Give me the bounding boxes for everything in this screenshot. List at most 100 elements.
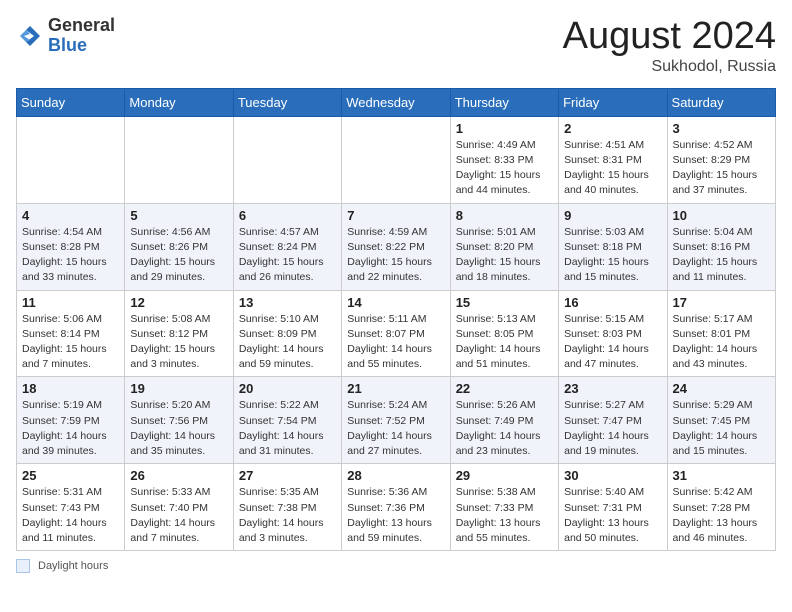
day-header-saturday: Saturday xyxy=(667,88,775,116)
calendar-cell xyxy=(125,116,233,203)
day-info: Sunrise: 4:51 AM Sunset: 8:31 PM Dayligh… xyxy=(564,138,661,199)
day-number: 21 xyxy=(347,381,444,396)
calendar-cell: 7 Sunrise: 4:59 AM Sunset: 8:22 PM Daylig… xyxy=(342,203,450,290)
day-info: Sunrise: 5:40 AM Sunset: 7:31 PM Dayligh… xyxy=(564,485,661,546)
calendar-cell: 11Sunrise: 5:06 AM Sunset: 8:14 PM Dayli… xyxy=(17,290,125,377)
calendar-week-row: 1 Sunrise: 4:49 AM Sunset: 8:33 PM Daylig… xyxy=(17,116,776,203)
day-info: Sunrise: 5:42 AM Sunset: 7:28 PM Dayligh… xyxy=(673,485,770,546)
calendar-cell: 27 Sunrise: 5:35 AM Sunset: 7:38 PM Dayli… xyxy=(233,464,341,551)
day-info: Sunrise: 4:49 AM Sunset: 8:33 PM Dayligh… xyxy=(456,138,553,199)
day-info: Sunrise: 4:57 AM Sunset: 8:24 PM Dayligh… xyxy=(239,225,336,286)
calendar-cell: 31Sunrise: 5:42 AM Sunset: 7:28 PM Dayli… xyxy=(667,464,775,551)
calendar-cell: 5Sunrise: 4:56 AM Sunset: 8:26 PM Daylig… xyxy=(125,203,233,290)
day-info: Sunrise: 5:11 AM Sunset: 8:07 PM Dayligh… xyxy=(347,312,444,373)
day-number: 10 xyxy=(673,208,770,223)
day-info: Sunrise: 5:15 AM Sunset: 8:03 PM Dayligh… xyxy=(564,312,661,373)
logo-icon xyxy=(16,22,44,50)
day-number: 12 xyxy=(130,295,227,310)
calendar-week-row: 25Sunrise: 5:31 AM Sunset: 7:43 PM Dayli… xyxy=(17,464,776,551)
day-number: 6 xyxy=(239,208,336,223)
calendar-cell: 2Sunrise: 4:51 AM Sunset: 8:31 PM Daylig… xyxy=(559,116,667,203)
calendar-cell: 25Sunrise: 5:31 AM Sunset: 7:43 PM Dayli… xyxy=(17,464,125,551)
calendar-week-row: 11Sunrise: 5:06 AM Sunset: 8:14 PM Dayli… xyxy=(17,290,776,377)
day-number: 7 xyxy=(347,208,444,223)
page-header: General Blue August 2024 Sukhodol, Russi… xyxy=(16,16,776,76)
day-info: Sunrise: 5:03 AM Sunset: 8:18 PM Dayligh… xyxy=(564,225,661,286)
logo-text: General Blue xyxy=(48,16,115,56)
calendar-cell: 18 Sunrise: 5:19 AM Sunset: 7:59 PM Dayli… xyxy=(17,377,125,464)
calendar-cell: 1 Sunrise: 4:49 AM Sunset: 8:33 PM Daylig… xyxy=(450,116,558,203)
day-info: Sunrise: 5:04 AM Sunset: 8:16 PM Dayligh… xyxy=(673,225,770,286)
day-number: 16 xyxy=(564,295,661,310)
day-info: Sunrise: 5:22 AM Sunset: 7:54 PM Dayligh… xyxy=(239,398,336,459)
day-number: 23 xyxy=(564,381,661,396)
day-info: Sunrise: 5:26 AM Sunset: 7:49 PM Dayligh… xyxy=(456,398,553,459)
calendar-cell: 22 Sunrise: 5:26 AM Sunset: 7:49 PM Dayli… xyxy=(450,377,558,464)
day-number: 30 xyxy=(564,468,661,483)
month-title: August 2024 xyxy=(563,16,776,58)
calendar-cell: 3 Sunrise: 4:52 AM Sunset: 8:29 PM Daylig… xyxy=(667,116,775,203)
calendar-cell xyxy=(17,116,125,203)
location-subtitle: Sukhodol, Russia xyxy=(563,58,776,76)
calendar-header-row: SundayMondayTuesdayWednesdayThursdayFrid… xyxy=(17,88,776,116)
day-info: Sunrise: 5:35 AM Sunset: 7:38 PM Dayligh… xyxy=(239,485,336,546)
day-number: 26 xyxy=(130,468,227,483)
calendar-cell xyxy=(342,116,450,203)
day-number: 1 xyxy=(456,121,553,136)
day-info: Sunrise: 5:29 AM Sunset: 7:45 PM Dayligh… xyxy=(673,398,770,459)
day-number: 28 xyxy=(347,468,444,483)
day-number: 17 xyxy=(673,295,770,310)
day-number: 14 xyxy=(347,295,444,310)
calendar-cell: 12 Sunrise: 5:08 AM Sunset: 8:12 PM Dayli… xyxy=(125,290,233,377)
day-number: 9 xyxy=(564,208,661,223)
day-number: 4 xyxy=(22,208,119,223)
calendar-table: SundayMondayTuesdayWednesdayThursdayFrid… xyxy=(16,88,776,551)
calendar-cell: 8 Sunrise: 5:01 AM Sunset: 8:20 PM Daylig… xyxy=(450,203,558,290)
calendar-cell: 24 Sunrise: 5:29 AM Sunset: 7:45 PM Dayli… xyxy=(667,377,775,464)
calendar-cell xyxy=(233,116,341,203)
calendar-cell: 17 Sunrise: 5:17 AM Sunset: 8:01 PM Dayli… xyxy=(667,290,775,377)
day-number: 27 xyxy=(239,468,336,483)
day-info: Sunrise: 5:27 AM Sunset: 7:47 PM Dayligh… xyxy=(564,398,661,459)
day-info: Sunrise: 5:10 AM Sunset: 8:09 PM Dayligh… xyxy=(239,312,336,373)
day-number: 8 xyxy=(456,208,553,223)
day-number: 22 xyxy=(456,381,553,396)
calendar-week-row: 4 Sunrise: 4:54 AM Sunset: 8:28 PM Daylig… xyxy=(17,203,776,290)
day-info: Sunrise: 5:01 AM Sunset: 8:20 PM Dayligh… xyxy=(456,225,553,286)
calendar-cell: 28 Sunrise: 5:36 AM Sunset: 7:36 PM Dayli… xyxy=(342,464,450,551)
day-number: 15 xyxy=(456,295,553,310)
day-number: 20 xyxy=(239,381,336,396)
day-number: 24 xyxy=(673,381,770,396)
calendar-cell: 19Sunrise: 5:20 AM Sunset: 7:56 PM Dayli… xyxy=(125,377,233,464)
daylight-legend-box xyxy=(16,559,30,573)
day-info: Sunrise: 5:20 AM Sunset: 7:56 PM Dayligh… xyxy=(130,398,227,459)
day-info: Sunrise: 4:54 AM Sunset: 8:28 PM Dayligh… xyxy=(22,225,119,286)
calendar-cell: 9 Sunrise: 5:03 AM Sunset: 8:18 PM Daylig… xyxy=(559,203,667,290)
day-info: Sunrise: 5:17 AM Sunset: 8:01 PM Dayligh… xyxy=(673,312,770,373)
day-info: Sunrise: 5:33 AM Sunset: 7:40 PM Dayligh… xyxy=(130,485,227,546)
day-info: Sunrise: 5:13 AM Sunset: 8:05 PM Dayligh… xyxy=(456,312,553,373)
day-header-monday: Monday xyxy=(125,88,233,116)
day-header-friday: Friday xyxy=(559,88,667,116)
calendar-cell: 26 Sunrise: 5:33 AM Sunset: 7:40 PM Dayli… xyxy=(125,464,233,551)
day-info: Sunrise: 5:31 AM Sunset: 7:43 PM Dayligh… xyxy=(22,485,119,546)
calendar-cell: 13 Sunrise: 5:10 AM Sunset: 8:09 PM Dayli… xyxy=(233,290,341,377)
calendar-cell: 6 Sunrise: 4:57 AM Sunset: 8:24 PM Daylig… xyxy=(233,203,341,290)
calendar-cell: 10 Sunrise: 5:04 AM Sunset: 8:16 PM Dayli… xyxy=(667,203,775,290)
daylight-label: Daylight hours xyxy=(38,560,108,572)
calendar-cell: 15 Sunrise: 5:13 AM Sunset: 8:05 PM Dayli… xyxy=(450,290,558,377)
day-info: Sunrise: 5:36 AM Sunset: 7:36 PM Dayligh… xyxy=(347,485,444,546)
day-number: 3 xyxy=(673,121,770,136)
day-info: Sunrise: 5:08 AM Sunset: 8:12 PM Dayligh… xyxy=(130,312,227,373)
day-info: Sunrise: 5:19 AM Sunset: 7:59 PM Dayligh… xyxy=(22,398,119,459)
calendar-cell: 21Sunrise: 5:24 AM Sunset: 7:52 PM Dayli… xyxy=(342,377,450,464)
day-info: Sunrise: 4:59 AM Sunset: 8:22 PM Dayligh… xyxy=(347,225,444,286)
day-number: 18 xyxy=(22,381,119,396)
day-number: 11 xyxy=(22,295,119,310)
day-info: Sunrise: 4:52 AM Sunset: 8:29 PM Dayligh… xyxy=(673,138,770,199)
logo: General Blue xyxy=(16,16,115,56)
day-info: Sunrise: 4:56 AM Sunset: 8:26 PM Dayligh… xyxy=(130,225,227,286)
day-header-sunday: Sunday xyxy=(17,88,125,116)
day-number: 13 xyxy=(239,295,336,310)
title-block: August 2024 Sukhodol, Russia xyxy=(563,16,776,76)
